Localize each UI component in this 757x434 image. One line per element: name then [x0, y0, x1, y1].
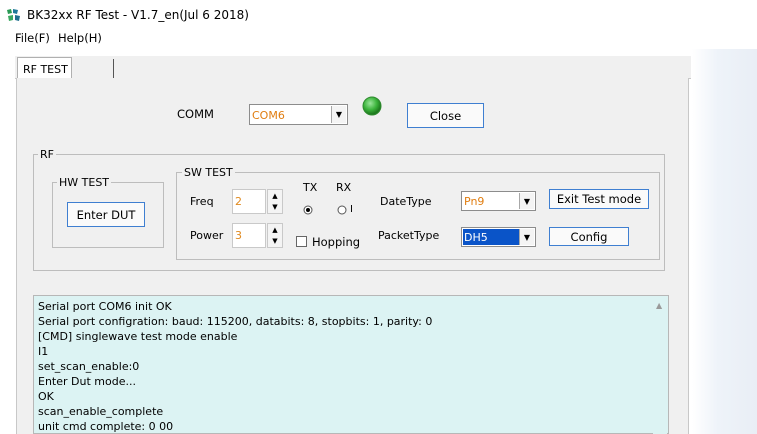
log-line: OK: [38, 390, 54, 403]
packettype-value: DH5: [464, 231, 488, 244]
power-value: 3: [235, 229, 242, 242]
power-spin-input[interactable]: 3: [232, 223, 266, 248]
log-line: I1: [38, 345, 49, 358]
rf-group-title: RF: [38, 148, 56, 161]
background-pane: [692, 49, 757, 434]
comm-port-value: COM6: [252, 109, 285, 122]
rx-radio-text: I: [350, 204, 353, 215]
freq-stepper[interactable]: ▲ ▼: [267, 189, 283, 214]
tab-empty[interactable]: [73, 59, 114, 78]
close-button[interactable]: Close: [407, 103, 484, 128]
exit-test-mode-button[interactable]: Exit Test mode: [549, 189, 649, 209]
log-line: [CMD] singlewave test mode enable: [38, 330, 238, 343]
freq-spin-input[interactable]: 2: [232, 189, 266, 214]
log-line: Serial port configration: baud: 115200, …: [38, 315, 433, 328]
spin-down-icon[interactable]: ▼: [268, 236, 282, 248]
config-button[interactable]: Config: [549, 227, 629, 246]
datetype-select[interactable]: Pn9 ▼: [461, 191, 536, 211]
app-icon: [6, 8, 22, 22]
menu-help[interactable]: Help(H): [58, 31, 102, 45]
power-stepper[interactable]: ▲ ▼: [267, 223, 283, 248]
spin-up-icon[interactable]: ▲: [268, 224, 282, 236]
tx-radio[interactable]: [303, 205, 313, 215]
connection-status-icon: [362, 96, 382, 116]
log-line: set_scan_enable:0: [38, 360, 140, 373]
datetype-label: DateType: [380, 195, 432, 208]
hopping-checkbox[interactable]: [296, 236, 307, 247]
window-title: BK32xx RF Test - V1.7_en(Jul 6 2018): [27, 8, 249, 22]
enter-dut-button[interactable]: Enter DUT: [67, 202, 145, 227]
chevron-down-icon[interactable]: ▼: [331, 106, 346, 123]
spin-up-icon[interactable]: ▲: [268, 190, 282, 202]
menu-bar: [0, 30, 757, 48]
comm-port-select[interactable]: COM6 ▼: [249, 104, 348, 125]
rx-label: RX: [336, 181, 352, 194]
packettype-label: PacketType: [378, 229, 440, 242]
scroll-up-icon[interactable]: ▲: [656, 301, 662, 310]
rx-radio[interactable]: [337, 205, 347, 215]
chevron-down-icon[interactable]: ▼: [519, 229, 534, 245]
packettype-select[interactable]: DH5 ▼: [461, 227, 536, 247]
tx-label: TX: [303, 181, 318, 194]
tab-rf-test[interactable]: RF TEST: [17, 57, 72, 79]
freq-value: 2: [235, 195, 242, 208]
freq-label: Freq: [190, 195, 214, 208]
sw-test-title: SW TEST: [182, 166, 235, 179]
tab-strip: [15, 56, 691, 79]
menu-file[interactable]: File(F): [15, 31, 50, 45]
log-line: Enter Dut mode...: [38, 375, 136, 388]
comm-label: COMM: [177, 107, 214, 121]
log-line: unit cmd complete: 0 00: [38, 420, 174, 433]
datetype-value: Pn9: [464, 195, 485, 208]
chevron-down-icon[interactable]: ▼: [519, 193, 534, 209]
power-label: Power: [190, 229, 224, 242]
hopping-label: Hopping: [312, 235, 361, 249]
spin-down-icon[interactable]: ▼: [268, 202, 282, 214]
log-scrollbar[interactable]: ▲: [653, 297, 667, 434]
hw-test-title: HW TEST: [57, 176, 112, 189]
log-line: scan_enable_complete: [38, 405, 164, 418]
log-line: Serial port COM6 init OK: [38, 300, 172, 313]
log-output[interactable]: Serial port COM6 init OK Serial port con…: [33, 295, 669, 434]
